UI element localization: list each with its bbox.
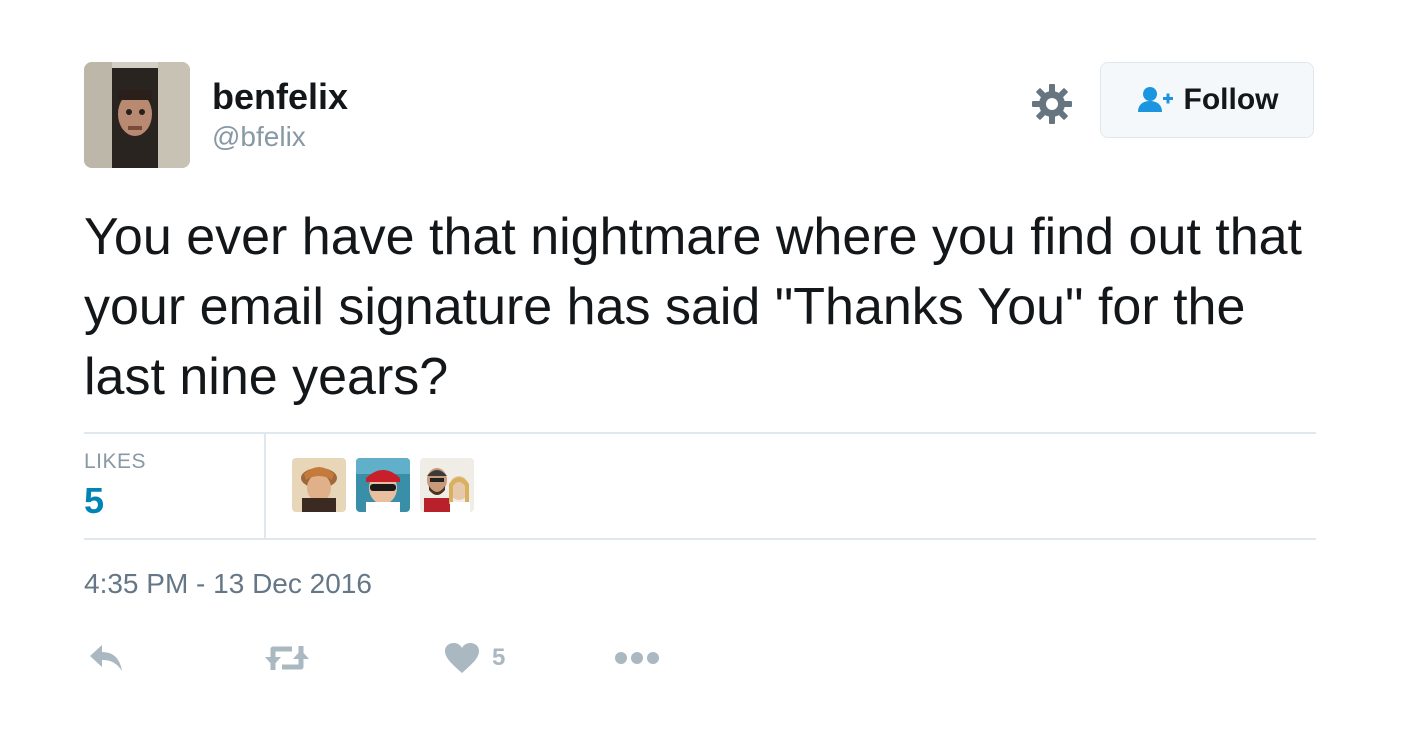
tweet-stats: LIKES 5	[84, 432, 1316, 540]
follow-button[interactable]: Follow	[1100, 62, 1314, 138]
follow-person-plus-icon	[1137, 87, 1173, 112]
user-handle[interactable]: @bfelix	[212, 120, 348, 154]
likes-count[interactable]: 5	[84, 480, 104, 522]
liker-avatar[interactable]	[292, 458, 346, 512]
user-names: benfelix @bfelix	[212, 76, 348, 154]
retweet-button[interactable]	[264, 636, 310, 680]
gear-icon[interactable]	[1030, 82, 1074, 126]
reply-icon	[90, 645, 122, 671]
likes-stat[interactable]: LIKES 5	[84, 434, 266, 538]
tweet-card: benfelix @bfelix Follow You ever have th…	[84, 62, 1316, 673]
likers-avatars	[292, 458, 474, 512]
tweet-actions: 5	[84, 636, 784, 680]
more-dots-icon	[615, 652, 659, 664]
liker-avatar[interactable]	[356, 458, 410, 512]
follow-label: Follow	[1183, 83, 1279, 116]
tweet-header: benfelix @bfelix Follow	[84, 62, 1316, 168]
more-button[interactable]	[614, 636, 660, 680]
tweet-timestamp[interactable]: 4:35 PM - 13 Dec 2016	[84, 568, 372, 600]
reply-button[interactable]	[88, 636, 124, 680]
liker-avatar[interactable]	[420, 458, 474, 512]
avatar-image	[84, 62, 190, 168]
tweet-text: You ever have that nightmare where you f…	[84, 208, 1302, 406]
like-count: 5	[492, 644, 506, 671]
heart-icon	[445, 643, 479, 673]
like-button[interactable]: 5	[444, 636, 505, 680]
display-name[interactable]: benfelix	[212, 76, 348, 118]
user-avatar[interactable]	[84, 62, 190, 168]
retweet-icon	[265, 646, 309, 670]
likes-label: LIKES	[84, 450, 147, 473]
